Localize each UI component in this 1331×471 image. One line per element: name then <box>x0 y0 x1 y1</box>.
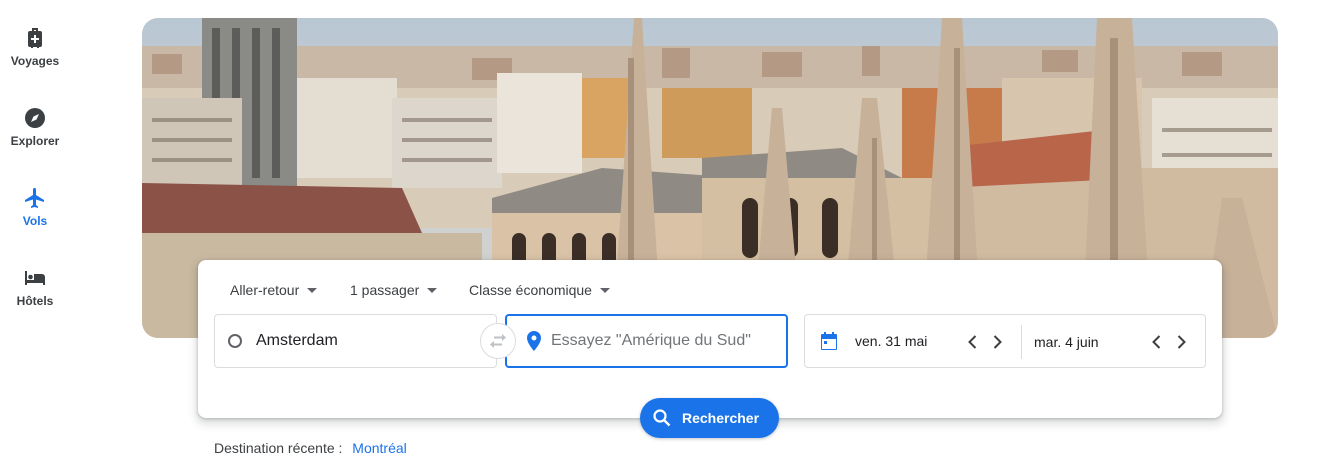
date-divider <box>1021 325 1022 359</box>
nav-label: Explorer <box>10 134 60 148</box>
calendar-icon <box>821 332 837 350</box>
caret-down-icon <box>307 287 318 293</box>
bed-icon <box>25 271 45 285</box>
origin-circle-icon <box>228 334 242 348</box>
chevron-left-icon[interactable] <box>963 332 983 352</box>
origin-value: Amsterdam <box>256 332 338 349</box>
swap-arrows-icon <box>490 334 506 348</box>
dates-field[interactable]: ven. 31 mai mar. 4 juin <box>804 314 1206 368</box>
cabin-class-select[interactable]: Classe économique <box>469 282 610 298</box>
search-button[interactable]: Rechercher <box>640 398 779 438</box>
airplane-icon <box>25 188 44 208</box>
nav-item-hotels[interactable]: Hôtels <box>0 240 70 310</box>
nav-label: Vols <box>22 214 48 228</box>
destination-field[interactable]: Essayez "Amérique du Sud" <box>505 314 788 368</box>
nav-item-explorer[interactable]: Explorer <box>0 80 70 150</box>
cabin-class-value: Classe économique <box>469 282 592 298</box>
origin-field[interactable]: Amsterdam <box>214 314 497 368</box>
passengers-value: 1 passager <box>350 282 420 298</box>
suitcase-icon <box>28 28 42 48</box>
compass-icon <box>25 108 45 128</box>
recent-label: Destination récente : <box>214 440 343 456</box>
chevron-right-icon[interactable] <box>987 332 1007 352</box>
swap-button[interactable] <box>480 323 516 359</box>
trip-type-select[interactable]: Aller-retour <box>230 282 318 298</box>
search-button-label: Rechercher <box>682 410 760 426</box>
flight-search-card: Aller-retour 1 passager Classe économiqu… <box>198 260 1222 438</box>
caret-down-icon <box>599 287 610 293</box>
nav-label: Voyages <box>10 54 60 68</box>
passengers-select[interactable]: 1 passager <box>350 282 438 298</box>
recent-destination-link[interactable]: Montréal <box>352 440 406 456</box>
search-icon <box>653 409 671 427</box>
destination-placeholder: Essayez "Amérique du Sud" <box>551 332 751 349</box>
chevron-left-icon[interactable] <box>1147 332 1167 352</box>
recent-destination: Destination récente : Montréal <box>214 440 407 456</box>
location-pin-icon <box>527 331 541 351</box>
depart-date: ven. 31 mai <box>855 333 928 349</box>
return-date: mar. 4 juin <box>1034 334 1099 350</box>
caret-down-icon <box>427 287 438 293</box>
nav-item-voyages[interactable]: Voyages <box>0 0 70 70</box>
nav-label: Hôtels <box>16 294 54 308</box>
chevron-right-icon[interactable] <box>1171 332 1191 352</box>
nav-item-vols[interactable]: Vols <box>0 160 70 230</box>
trip-type-value: Aller-retour <box>230 282 300 298</box>
